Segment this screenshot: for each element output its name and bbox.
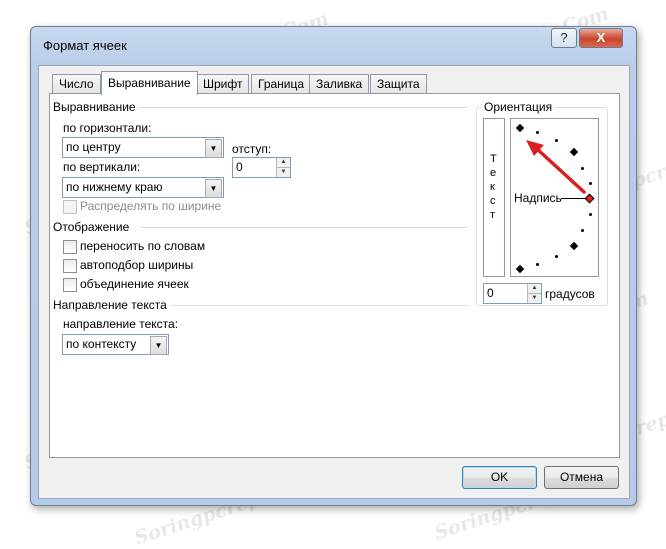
tab-fill[interactable]: Заливка: [309, 74, 370, 94]
text-direction-value: по контексту: [66, 337, 137, 351]
distribute-label: Распределять по ширине: [80, 199, 222, 213]
degrees-spinner[interactable]: 0 ▲ ▼: [483, 283, 542, 304]
indent-value: 0: [236, 160, 243, 174]
tab-protection[interactable]: Защита: [370, 74, 427, 94]
text-direction-select[interactable]: по контексту ▼: [62, 334, 169, 355]
dialog-client-area: Число Выравнивание Шрифт Граница Заливка…: [38, 65, 630, 499]
degrees-label: градусов: [545, 287, 595, 301]
shrink-to-fit-label: автоподбор ширины: [80, 258, 194, 272]
vertical-alignment-select[interactable]: по нижнему краю ▼: [62, 177, 224, 198]
wrap-text-label: переносить по словам: [80, 239, 206, 253]
indent-label: отступ:: [232, 142, 272, 156]
tab-alignment[interactable]: Выравнивание: [101, 71, 198, 95]
indent-spinner[interactable]: 0 ▲ ▼: [232, 157, 291, 178]
horizontal-alignment-value: по центру: [66, 140, 121, 154]
help-button[interactable]: ?: [551, 28, 577, 48]
group-divider: [170, 305, 468, 306]
annotation-arrow-icon: [526, 140, 586, 194]
vertical-label: по вертикали:: [63, 160, 141, 174]
chevron-down-icon: ▼: [205, 179, 222, 198]
wrap-text-checkbox[interactable]: [63, 240, 77, 254]
merge-cells-checkbox[interactable]: [63, 278, 77, 292]
alignment-panel: Выравнивание по горизонтали: по центру ▼…: [49, 93, 620, 458]
format-cells-dialog: Формат ячеек ? X Число Выравнивание Шриф…: [30, 26, 637, 506]
merge-cells-label: объединение ячеек: [80, 277, 189, 291]
dialog-title: Формат ячеек: [43, 38, 127, 53]
spin-down-icon[interactable]: ▼: [276, 167, 290, 177]
distribute-checkbox[interactable]: [63, 200, 77, 214]
spin-down-icon[interactable]: ▼: [527, 293, 541, 303]
ok-button[interactable]: OK: [462, 466, 537, 489]
direction-group-title: Направление текста: [53, 298, 167, 312]
tab-number[interactable]: Число: [52, 74, 101, 94]
vertical-text: Т е к с т: [490, 153, 497, 221]
group-divider: [140, 227, 468, 228]
text-direction-label: направление текста:: [63, 317, 179, 331]
orientation-group-title: Ориентация: [482, 100, 555, 114]
cancel-button[interactable]: Отмена: [544, 466, 619, 489]
close-button[interactable]: X: [579, 28, 623, 48]
vertical-alignment-value: по нижнему краю: [66, 180, 163, 194]
spin-up-icon[interactable]: ▲: [276, 158, 290, 167]
tab-font[interactable]: Шрифт: [196, 74, 250, 94]
display-group-title: Отображение: [53, 220, 130, 234]
chevron-down-icon: ▼: [150, 336, 167, 355]
horizontal-label: по горизонтали:: [63, 121, 152, 135]
alignment-group-title: Выравнивание: [53, 100, 136, 114]
spin-up-icon[interactable]: ▲: [527, 284, 541, 293]
chevron-down-icon: ▼: [205, 139, 222, 158]
tab-border[interactable]: Граница: [251, 74, 312, 94]
horizontal-alignment-select[interactable]: по центру ▼: [62, 137, 224, 158]
degrees-value: 0: [487, 286, 494, 300]
shrink-to-fit-checkbox[interactable]: [63, 259, 77, 273]
group-divider: [138, 107, 468, 108]
